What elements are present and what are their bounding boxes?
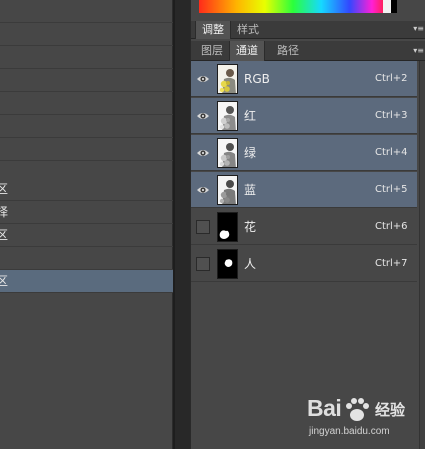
history-row[interactable] [0,247,173,270]
channel-name: 红 [244,109,257,123]
channel-thumbnail [217,64,238,94]
channel-name: 绿 [244,146,257,160]
channel-row-rgb[interactable]: RGB Ctrl+2 [191,61,417,97]
visibility-toggle-box[interactable] [196,220,210,234]
history-row[interactable] [0,46,173,69]
panel-menu-icon[interactable]: ▾≡ [412,23,424,35]
spectrum-black-swatch[interactable] [391,0,397,13]
channel-thumbnail [217,175,238,205]
tab-styles[interactable]: 样式 [231,21,265,39]
channel-shortcut: Ctrl+7 [375,258,408,269]
panel-splitter[interactable] [173,0,190,449]
history-row[interactable] [0,138,173,161]
channel-name: 蓝 [244,183,257,197]
color-spectrum-bar[interactable] [199,0,397,13]
history-panel: 区 择 区 区 [0,0,173,449]
history-row[interactable]: 择 [0,201,173,224]
history-row[interactable] [0,69,173,92]
watermark-logo: Bai [307,395,342,421]
history-row[interactable]: 区 [0,178,173,201]
watermark-url: jingyan.baidu.com [309,426,390,437]
eye-icon[interactable] [196,72,210,86]
eye-icon[interactable] [196,109,210,123]
channel-thumbnail [217,249,238,279]
splitter-edge [173,0,175,449]
visibility-toggle-box[interactable] [196,257,210,271]
channel-row-red[interactable]: 红 Ctrl+3 [191,98,417,134]
channel-name: 花 [244,220,257,234]
history-row[interactable] [0,23,173,46]
history-row[interactable]: 区 [0,224,173,247]
eye-icon[interactable] [196,183,210,197]
eye-icon[interactable] [196,146,210,160]
tab-paths[interactable]: 路径 [271,41,305,61]
channel-thumbnail [217,138,238,168]
tab-adjustments[interactable]: 调整 [195,21,231,39]
panel-dock: 调整 样式 ▾≡ 图层 通道 路径 ▾≡ RGB Ctrl+2 红 Ctrl+3… [190,0,425,449]
history-row-label: 区 [0,224,8,246]
history-row-label: 区 [0,178,8,200]
watermark-brand: 经验 [375,401,406,419]
history-row-selected[interactable]: 区 [0,270,173,293]
history-row[interactable] [0,0,173,23]
history-row[interactable] [0,115,173,138]
history-row-label: 区 [0,270,8,292]
channel-thumbnail [217,212,238,242]
panel-menu-icon[interactable]: ▾≡ [412,45,424,57]
channels-tabbar: 图层 通道 路径 ▾≡ [191,41,425,61]
channels-scrollbar[interactable] [419,61,425,449]
history-row[interactable] [0,92,173,115]
channel-row-person[interactable]: 人 Ctrl+7 [191,246,417,282]
history-row-label: 择 [0,201,8,223]
paw-icon [346,398,369,421]
channel-shortcut: Ctrl+3 [375,110,408,121]
tab-layers[interactable]: 图层 [195,41,229,61]
adjustments-tabbar: 调整 样式 ▾≡ [191,21,425,39]
channel-row-flower[interactable]: 花 Ctrl+6 [191,209,417,245]
baidu-jingyan-watermark: Bai 经验 jingyan.baidu.com [307,395,425,449]
channel-shortcut: Ctrl+5 [375,184,408,195]
channel-thumbnail [217,101,238,131]
channel-row-green[interactable]: 绿 Ctrl+4 [191,135,417,171]
channel-shortcut: Ctrl+4 [375,147,408,158]
channel-row-blue[interactable]: 蓝 Ctrl+5 [191,172,417,208]
spectrum-white-swatch[interactable] [383,0,391,13]
channel-name: RGB [244,72,270,86]
channel-shortcut: Ctrl+6 [375,221,408,232]
channel-name: 人 [244,257,257,271]
channels-list: RGB Ctrl+2 红 Ctrl+3 绿 Ctrl+4 蓝 Ctrl+5 花 … [191,61,419,449]
tab-channels[interactable]: 通道 [229,41,265,61]
channel-shortcut: Ctrl+2 [375,73,408,84]
